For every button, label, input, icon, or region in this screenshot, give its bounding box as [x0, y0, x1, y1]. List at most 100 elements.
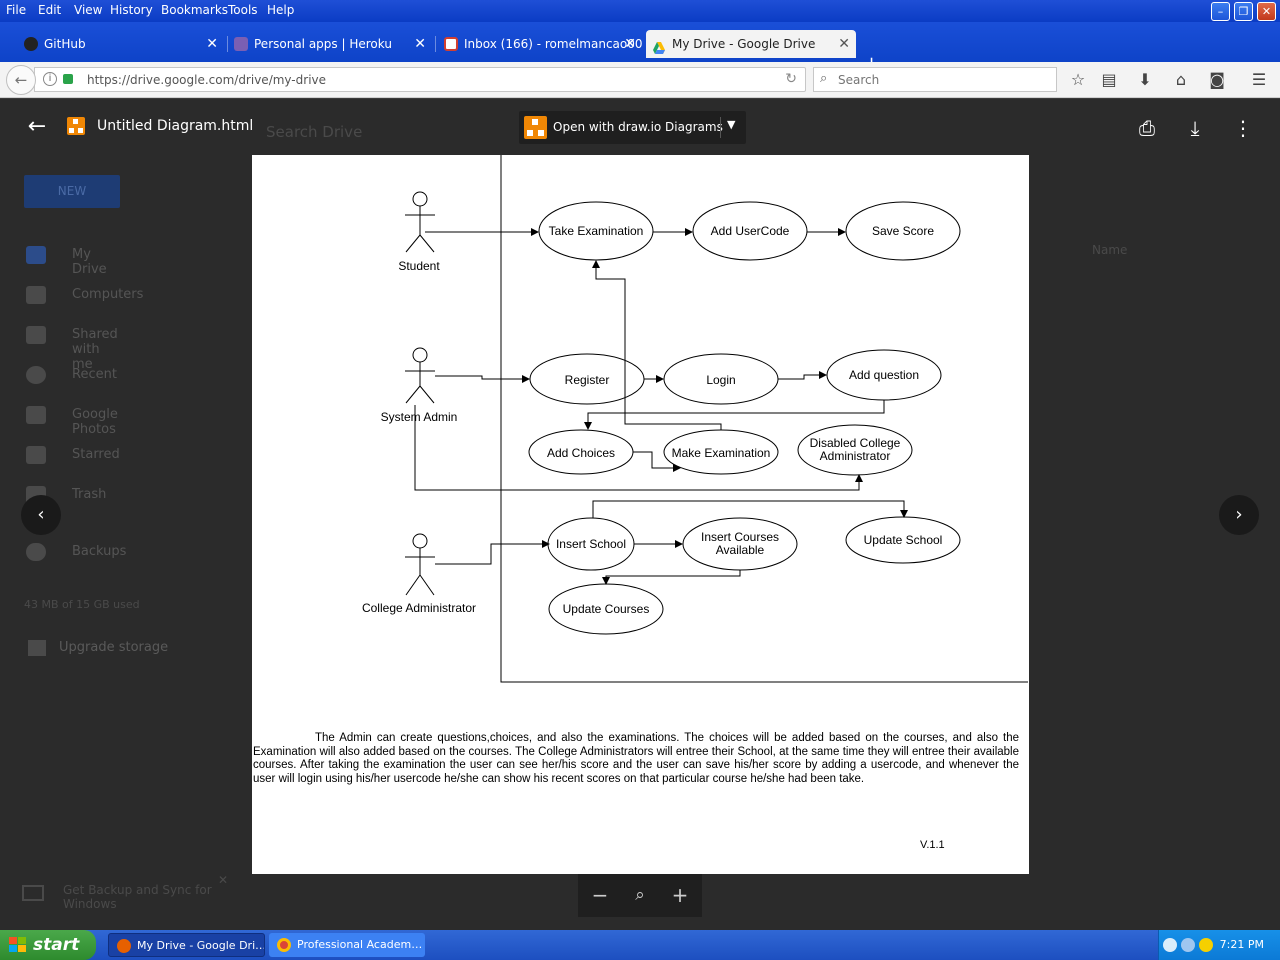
network-icon[interactable]: [1181, 938, 1195, 952]
label-take-examination: Take Examination: [549, 224, 644, 238]
lock-icon: [63, 74, 73, 84]
tab-title: My Drive - Google Drive: [672, 37, 816, 51]
close-viewer-back-icon[interactable]: ←: [24, 115, 50, 141]
close-window-button[interactable]: ✕: [1257, 2, 1276, 21]
windows-flag-icon: [9, 937, 26, 953]
address-bar[interactable]: i https://drive.google.com/drive/my-driv…: [34, 67, 806, 92]
name-column-header[interactable]: Name: [1092, 243, 1127, 257]
taskbar-item-chrome[interactable]: Professional Academ…: [269, 933, 425, 957]
search-box[interactable]: ⌕: [813, 67, 1057, 92]
zoom-reset-icon[interactable]: ⌕: [628, 883, 652, 907]
menu-help[interactable]: Help: [267, 3, 294, 17]
tab-bar: GitHub ✕ Personal apps | Heroku ✕ Inbox …: [0, 22, 1280, 74]
menu-history[interactable]: History: [110, 3, 153, 17]
computer-icon: [22, 885, 44, 901]
start-button[interactable]: start: [0, 930, 96, 960]
label-insert-courses-line1: Insert Courses: [701, 530, 779, 544]
photos-icon: [26, 406, 46, 424]
minimize-button[interactable]: –: [1211, 2, 1230, 21]
search-icon: ⌕: [820, 71, 828, 86]
chrome-icon: [277, 938, 291, 952]
label-login: Login: [706, 373, 735, 387]
pocket-icon[interactable]: ◙: [1206, 69, 1228, 91]
print-icon[interactable]: ⎙: [1135, 116, 1159, 140]
actor-label-system-admin: System Admin: [381, 410, 458, 424]
tray-expand-icon[interactable]: [1163, 938, 1177, 952]
download-icon[interactable]: ⤓: [1183, 116, 1207, 140]
label-add-question: Add question: [849, 368, 919, 382]
menu-file[interactable]: File: [6, 3, 26, 17]
bookmark-star-icon[interactable]: ☆: [1067, 69, 1089, 91]
home-icon[interactable]: ⌂: [1170, 69, 1192, 91]
tab-google-drive[interactable]: My Drive - Google Drive ✕: [646, 30, 856, 58]
gmail-icon: [444, 37, 458, 51]
drawio-file-icon: [67, 117, 85, 135]
menu-view[interactable]: View: [74, 3, 102, 17]
new-button[interactable]: NEW: [24, 175, 120, 208]
hamburger-menu-icon[interactable]: ☰: [1248, 69, 1270, 91]
computers-icon: [26, 286, 46, 304]
label-add-usercode: Add UserCode: [711, 224, 790, 238]
close-tab-icon[interactable]: ✕: [414, 30, 426, 58]
tab-gmail[interactable]: Inbox (166) - romelmancao00… ✕: [438, 30, 642, 58]
reload-icon[interactable]: ↻: [785, 71, 797, 87]
tab-title: Personal apps | Heroku: [254, 37, 392, 51]
close-tab-icon[interactable]: ✕: [624, 30, 636, 58]
reading-list-icon[interactable]: ▤: [1098, 69, 1120, 91]
chevron-down-icon[interactable]: ▼: [727, 118, 735, 131]
label-disabled-college-line2: Administrator: [820, 449, 891, 463]
actor-label-student: Student: [398, 259, 440, 273]
backup-promo-text: Get Backup and Sync for Windows: [63, 883, 212, 911]
zoom-in-icon[interactable]: +: [668, 883, 692, 907]
tab-github[interactable]: GitHub ✕: [18, 30, 224, 58]
storage-usage: 43 MB of 15 GB used: [24, 598, 140, 611]
google-drive-icon: [652, 37, 666, 54]
menu-edit[interactable]: Edit: [38, 3, 61, 17]
info-icon[interactable]: i: [43, 72, 57, 86]
more-options-icon[interactable]: ⋮: [1231, 116, 1255, 140]
back-button[interactable]: ←: [6, 65, 36, 95]
document-preview: Student System Admin College Administrat…: [252, 155, 1029, 874]
star-icon: [26, 446, 46, 464]
use-case-diagram: Student System Admin College Administrat…: [362, 155, 1028, 683]
url-text[interactable]: https://drive.google.com/drive/my-drive: [87, 73, 326, 87]
label-update-courses: Update Courses: [563, 602, 650, 616]
heroku-icon: [234, 37, 248, 51]
search-input[interactable]: [838, 71, 1048, 88]
my-drive-icon: [26, 246, 46, 264]
label-disabled-college-line1: Disabled College: [810, 436, 901, 450]
menu-bookmarks[interactable]: Bookmarks: [161, 3, 228, 17]
navigation-bar: i https://drive.google.com/drive/my-driv…: [0, 62, 1280, 98]
shared-icon: [26, 326, 46, 344]
label-insert-school: Insert School: [556, 537, 626, 551]
tab-heroku[interactable]: Personal apps | Heroku ✕: [228, 30, 432, 58]
close-tab-icon[interactable]: ✕: [206, 30, 218, 58]
previous-file-button[interactable]: ‹: [21, 495, 61, 535]
taskbar-item-label: Professional Academ…: [297, 938, 423, 951]
restore-button[interactable]: ❐: [1234, 2, 1253, 21]
close-tab-icon[interactable]: ✕: [838, 30, 850, 58]
github-icon: [24, 37, 38, 51]
downloads-icon[interactable]: ⬇: [1134, 69, 1156, 91]
messenger-icon[interactable]: [1199, 938, 1213, 952]
taskbar-item-firefox[interactable]: My Drive - Google Dri…: [108, 933, 265, 957]
open-with-separator: [720, 117, 721, 138]
open-with-button[interactable]: Open with draw.io Diagrams ▼: [519, 111, 746, 144]
actor-college-administrator: [405, 533, 435, 596]
dismiss-promo-icon[interactable]: ✕: [218, 873, 228, 887]
drawio-icon: [524, 116, 547, 139]
label-register: Register: [565, 373, 610, 387]
upgrade-storage-link[interactable]: Upgrade storage: [59, 640, 168, 655]
file-name: Untitled Diagram.html: [97, 118, 254, 134]
open-with-label: Open with draw.io Diagrams: [553, 120, 723, 134]
menu-tools[interactable]: Tools: [228, 3, 258, 17]
viewer-header: ← Untitled Diagram.html Open with draw.i…: [0, 99, 1280, 157]
next-file-button[interactable]: ›: [1219, 495, 1259, 535]
taskbar-item-label: My Drive - Google Dri…: [137, 939, 265, 952]
document-description: The Admin can create questions,choices, …: [253, 732, 1019, 785]
label-save-score: Save Score: [872, 224, 934, 238]
screen: File Edit View History Bookmarks Tools H…: [0, 0, 1280, 960]
label-add-choices: Add Choices: [547, 446, 615, 460]
label-update-school: Update School: [864, 533, 943, 547]
zoom-out-icon[interactable]: −: [588, 883, 612, 907]
